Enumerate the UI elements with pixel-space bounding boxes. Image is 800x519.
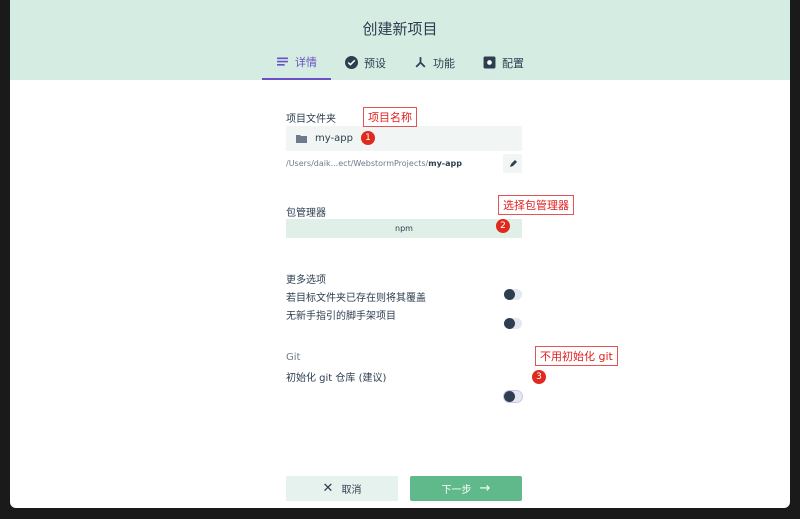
create-project-window: 创建新项目 详情 预设 功能 配置 项目文件夹 my-app /Users/da… — [10, 0, 790, 508]
annotation-package-manager: 选择包管理器 — [498, 195, 574, 215]
path-prefix: /Users/daik...ect/WebstormProjects/ — [286, 159, 429, 168]
annotation-project-name: 项目名称 — [363, 107, 417, 127]
next-button[interactable]: 下一步 → — [410, 476, 522, 501]
annotation-git: 不用初始化 git — [535, 346, 618, 366]
folder-input[interactable]: my-app — [286, 126, 522, 151]
overwrite-option-label: 若目标文件夹已存在则将其覆盖 — [286, 293, 426, 304]
tab-label: 功能 — [433, 56, 455, 70]
header: 创建新项目 详情 预设 功能 配置 — [10, 0, 790, 80]
tab-config[interactable]: 配置 — [469, 53, 538, 80]
tab-features[interactable]: 功能 — [400, 53, 469, 80]
close-icon: ✕ — [322, 481, 334, 496]
page-title: 创建新项目 — [362, 20, 438, 38]
package-manager-select[interactable]: npm — [286, 219, 522, 238]
git-init-toggle[interactable] — [503, 390, 523, 403]
git-init-label: 初始化 git 仓库 (建议) — [286, 373, 387, 384]
annotation-badge-2: 2 — [496, 219, 510, 233]
tab-label: 详情 — [295, 55, 317, 69]
cancel-label: 取消 — [341, 485, 362, 496]
overwrite-toggle[interactable] — [504, 289, 522, 300]
folder-value: my-app — [315, 133, 353, 144]
tab-label: 预设 — [364, 56, 386, 70]
arrow-right-icon: → — [479, 481, 491, 496]
folder-icon — [296, 135, 307, 143]
tab-bar: 详情 预设 功能 配置 — [10, 53, 790, 80]
annotation-badge-1: 1 — [361, 131, 375, 145]
tab-label: 配置 — [502, 56, 524, 70]
check-circle-icon — [345, 56, 358, 69]
annotation-badge-3: 3 — [532, 370, 546, 384]
package-manager-label: 包管理器 — [286, 208, 326, 219]
tab-presets[interactable]: 预设 — [331, 53, 400, 80]
no-guide-option-label: 无新手指引的脚手架项目 — [286, 311, 396, 322]
folder-label: 项目文件夹 — [286, 114, 336, 125]
git-label: Git — [286, 352, 301, 363]
edit-path-button[interactable] — [503, 154, 522, 173]
folder-path: /Users/daik...ect/WebstormProjects/my-ap… — [286, 159, 462, 168]
tab-details[interactable]: 详情 — [262, 53, 331, 80]
next-label: 下一步 — [441, 485, 472, 496]
path-name: my-app — [428, 159, 462, 168]
settings-icon — [483, 56, 496, 69]
no-guide-toggle[interactable] — [504, 318, 522, 329]
cancel-button[interactable]: ✕ 取消 — [286, 476, 398, 501]
pencil-icon — [509, 159, 517, 167]
fork-icon — [415, 57, 426, 68]
list-icon — [277, 57, 288, 66]
more-options-label: 更多选项 — [286, 275, 326, 286]
